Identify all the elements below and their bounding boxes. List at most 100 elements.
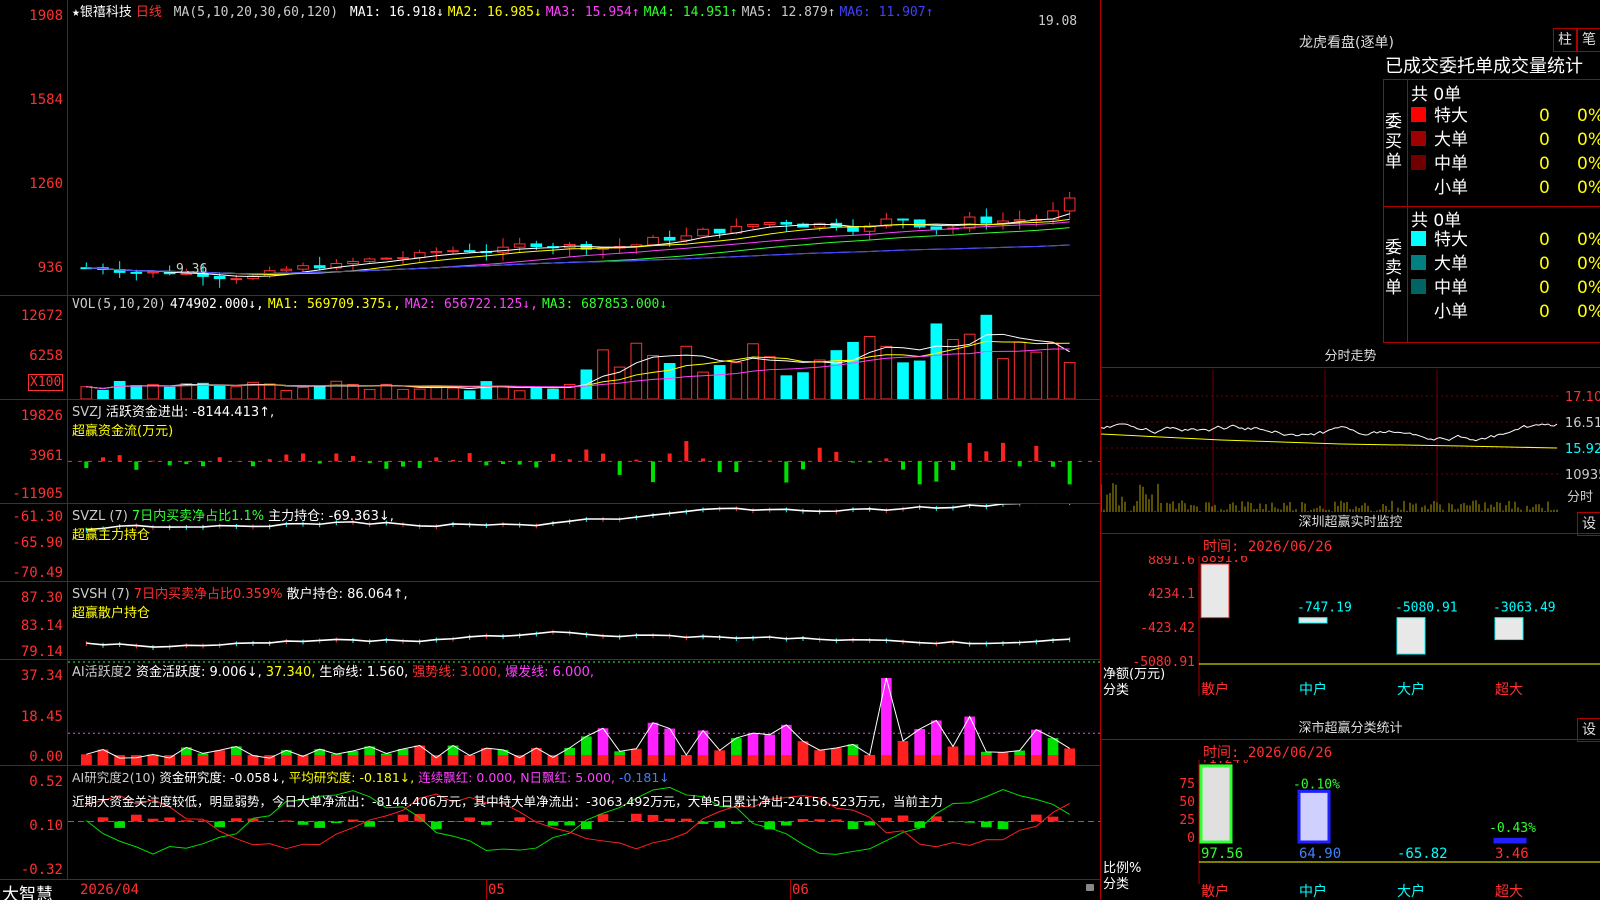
y-tick: 1584 (29, 92, 63, 108)
svzj-bar (401, 461, 405, 467)
sz-class-title: 深市超赢分类统计 (1101, 718, 1600, 740)
ai-activity-panel[interactable]: 37.34 18.45 0.00 AI活跃度2 资金活跃度: 9.006↓, 37.… (0, 660, 1100, 766)
svzj-bar (767, 460, 772, 462)
tick-view-button[interactable]: 笔 (1577, 28, 1600, 52)
research-bar (997, 821, 1009, 830)
research-bar (181, 820, 192, 822)
research-bar (481, 821, 492, 825)
buy-name: 特大 (1434, 106, 1468, 126)
research-bar (131, 814, 142, 822)
svsh-panel[interactable]: 87.30 83.14 79.14 SVSH (7) 7日内买卖净占比0.359%… (0, 582, 1100, 660)
volume-y-axis: 12672 6258 X100 (0, 296, 68, 399)
base-bar (1064, 755, 1075, 765)
svzj-bar (167, 461, 172, 466)
svzl-panel[interactable]: -61.30 -65.90 -70.49 SVZL (7) 7日内买卖净占比1.1… (0, 504, 1100, 582)
y-tick: 6258 (29, 348, 63, 364)
volume-bar (713, 365, 726, 399)
volume-bar (280, 390, 293, 399)
research-bar (981, 821, 992, 828)
sz-monitor-chart[interactable]: 8891.6 4234.1 -423.42 -5080.91 净额(万元)分类 8891.… (1101, 556, 1600, 718)
sz-class-chart[interactable]: 75 50 25 0 比例%分类 +1.24% 97.56 散户 -0.10% 64.90 中户 -6… (1101, 760, 1600, 900)
ai1-legend-item-0: AI活跃度2 (72, 665, 132, 680)
research-bar (164, 817, 175, 822)
research-bar (847, 821, 859, 829)
buy-volume: 0 (1539, 178, 1550, 198)
svzj-bar (584, 449, 589, 462)
intraday-chart[interactable] (1101, 370, 1561, 512)
svzj-bar (551, 453, 555, 462)
svzj-bar (251, 461, 255, 467)
buy-name: 中单 (1434, 154, 1468, 174)
intraday-panel[interactable]: 分时走势 17.10 16.51 15.92 10935 分时 (1100, 346, 1600, 512)
stock-name: ★银禧科技 (72, 5, 132, 20)
svzj-panel[interactable]: 19826 3961 -11905 SVZJ 活跃资金进出: -8144.413↑… (0, 400, 1100, 504)
sell-row: 中单 0 0% (1411, 276, 1600, 300)
volume-bar (213, 385, 226, 399)
base-bar (981, 755, 992, 765)
kline-plot[interactable] (68, 0, 1100, 295)
sell-name: 小单 (1434, 302, 1468, 322)
dragon-tiger-panel[interactable]: 龙虎看盘(逐单) 柱 笔 已成交委托单成交量统计 委买单 委卖单 共 0单 共 … (1100, 0, 1600, 346)
high-mark: 19.08 (1038, 14, 1078, 29)
base-bar (881, 755, 892, 765)
volume-bar (980, 314, 993, 399)
ai-research-panel[interactable]: 0.52 0.10 -0.32 AI研究度2(10) 资金研究度: -0.058↓… (0, 766, 1100, 880)
bar-value-label: -5080.91 (1395, 601, 1458, 616)
ai-activity-legend: AI活跃度2 资金活跃度: 9.006↓, 37.340, 生命线: 1.560, 强势… (72, 661, 598, 680)
research-bar (331, 821, 342, 824)
buy-percent: 0% (1577, 154, 1600, 174)
sell-percent: 0% (1577, 254, 1600, 274)
candle-body (930, 226, 943, 230)
base-bar (781, 755, 792, 765)
y-tick: -11905 (12, 486, 63, 502)
svzl-legend-line2: 超赢主力持仓 (72, 528, 151, 543)
base-bar (914, 755, 925, 765)
ai2-legend-item-5: -0.181↓ (618, 770, 670, 785)
sz-class-settings-button[interactable]: 设 (1577, 718, 1600, 742)
base-bar (514, 755, 525, 765)
svzj-bar (617, 461, 622, 475)
base-bar (431, 755, 442, 765)
volume-bar (813, 359, 826, 399)
kline-panel[interactable]: 1908 1584 1260 936 ★银禧科技 日线 MA(5,10,20,30… (0, 0, 1100, 296)
sz-monitor-panel[interactable]: 深圳超赢实时监控 设 时间: 2026/06/26 8891.6 4234.1 -4… (1100, 512, 1600, 718)
candle-body (363, 258, 376, 262)
ai2-legend-item-2: 平均研究度: -0.181↓, (288, 770, 415, 785)
svzj-bar (451, 459, 455, 462)
y-tick: -70.49 (12, 565, 63, 581)
volume-bar (647, 354, 659, 399)
svzj-bar (184, 461, 189, 465)
volume-bar (530, 386, 543, 399)
candle-body (463, 250, 476, 253)
volume-bar (513, 390, 526, 399)
ai-research-y-axis: 0.52 0.10 -0.32 (0, 766, 68, 879)
volume-panel[interactable]: 12672 6258 X100 VOL(5,10,20) 474902.000↓,… (0, 296, 1100, 400)
sz-monitor-settings-button[interactable]: 设 (1577, 512, 1600, 536)
svzj-bar (517, 461, 522, 465)
timeline-label: 2026/04 (80, 882, 140, 898)
svzj-legend-line2: 超赢资金流(万元) (72, 424, 174, 439)
class-bar (1297, 789, 1331, 844)
svzj-bar (784, 461, 789, 483)
base-bar (664, 755, 675, 765)
kline-chart[interactable] (68, 0, 1100, 295)
dragon-tiger-title: 龙虎看盘(逐单) (1299, 35, 1394, 51)
research-bar (231, 818, 242, 822)
base-bar (947, 755, 959, 765)
y-tick: 75 (1179, 777, 1195, 792)
svzj-bar (151, 460, 155, 462)
column-view-button[interactable]: 柱 (1553, 28, 1577, 52)
svzj-bar (351, 456, 355, 462)
sell-percent: 0% (1577, 278, 1600, 298)
ma4-line (86, 227, 1070, 275)
volume-bar (1030, 351, 1043, 399)
bar-value-label: -3063.49 (1493, 601, 1556, 616)
volume-bar (763, 356, 776, 399)
sz-class-panel[interactable]: 深市超赢分类统计 设 时间: 2026/06/26 75 50 25 0 比例%分类 +1… (1100, 718, 1600, 900)
sz-monitor-date: 时间: 2026/06/26 (1203, 539, 1333, 555)
volume-bar (597, 349, 609, 399)
svzj-bar (417, 461, 422, 468)
svzl-legend: SVZL (7) 7日内买卖净占比1.1% 主力持仓: -69.363↓, 超赢主力… (72, 505, 398, 543)
ai1-legend-item-3: 生命线: 1.560, (319, 665, 409, 680)
sell-percent: 0% (1577, 230, 1600, 250)
